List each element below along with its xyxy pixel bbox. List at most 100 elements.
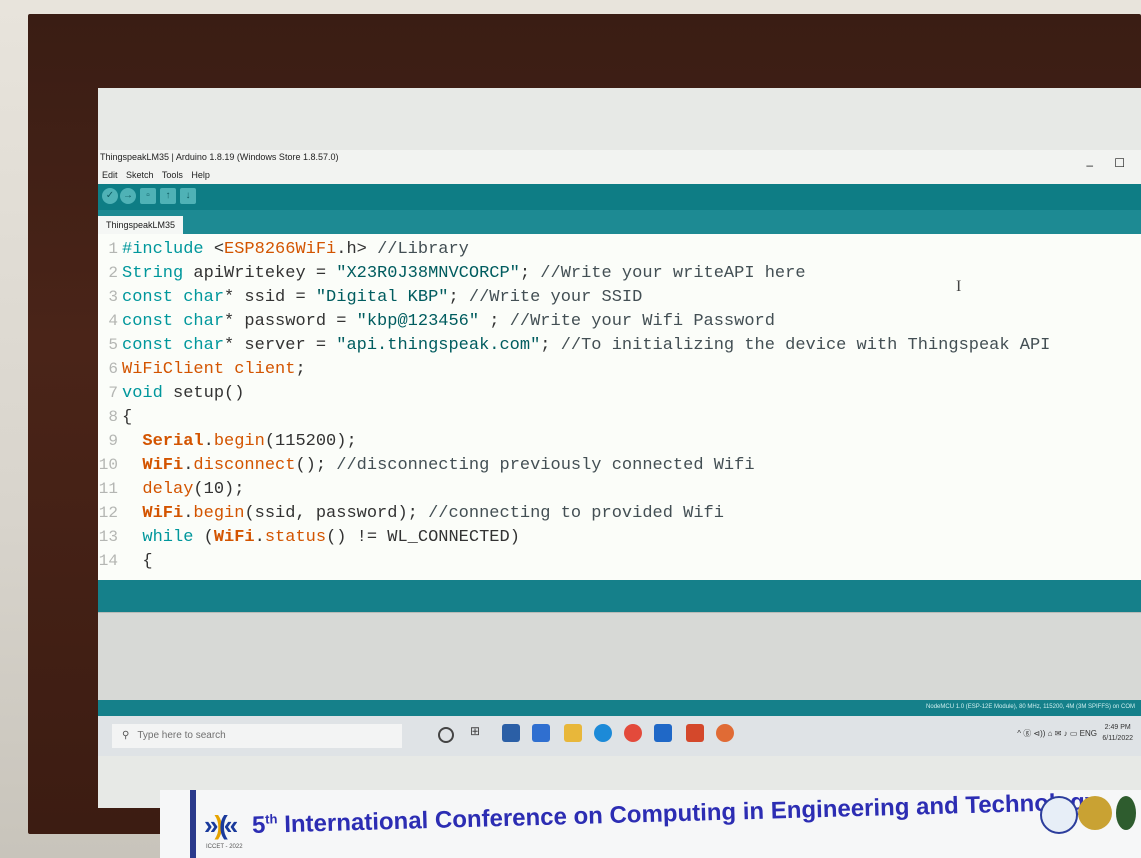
code-token: WiFi <box>142 504 184 523</box>
upload-icon[interactable]: → <box>120 188 136 204</box>
open-icon[interactable]: ↑ <box>160 188 176 204</box>
menu-bar: Edit Sketch Tools Help <box>98 168 1141 184</box>
code-token: () != WL_CONNECTED) <box>326 528 520 547</box>
code-token: //Library <box>377 240 469 259</box>
code-token: ; <box>519 264 541 283</box>
menu-edit[interactable]: Edit <box>102 170 118 180</box>
save-icon[interactable]: ↓ <box>180 188 196 204</box>
code-line[interactable]: 13 while (WiFi.status() != WL_CONNECTED) <box>98 526 520 548</box>
search-placeholder: Type here to search <box>137 730 226 741</box>
emblem-1-icon <box>1040 796 1078 834</box>
code-token: WiFi <box>142 456 184 475</box>
code-line[interactable]: 5 const char* server = "api.thingspeak.co… <box>98 334 1050 356</box>
code-line[interactable]: 6 WiFiClient client; <box>98 358 305 380</box>
office-icon[interactable] <box>686 724 704 742</box>
banner-ordinal-suffix: th <box>264 811 278 827</box>
line-number: 2 <box>108 264 118 282</box>
banner-ordinal: 5 <box>251 811 266 839</box>
code-token: * ssid = <box>224 288 316 307</box>
line-number: 10 <box>98 456 118 474</box>
line-number: 11 <box>98 480 118 498</box>
code-line[interactable]: 9 Serial.begin(115200); <box>98 430 357 452</box>
code-token: * password = <box>224 312 357 331</box>
code-token: "Digital KBP" <box>315 288 449 307</box>
code-token: . <box>183 456 194 475</box>
app-icon-3[interactable] <box>716 724 734 742</box>
code-token: WiFiClient client <box>122 360 296 379</box>
code-token: WiFi <box>213 528 255 547</box>
code-token: //To initializing the device with Things… <box>560 336 1051 355</box>
toolbar: ✓ → ▫ ↑ ↓ <box>98 184 1141 210</box>
code-token: * server = <box>224 336 337 355</box>
code-token: { <box>122 552 153 571</box>
code-line[interactable]: 12 WiFi.begin(ssid, password); //connect… <box>98 502 724 524</box>
task-view-icon[interactable]: ⊞ <box>470 724 488 742</box>
board-info: NodeMCU 1.0 (ESP-12E Module), 80 MHz, 11… <box>926 704 1135 710</box>
menu-help[interactable]: Help <box>191 170 210 180</box>
code-token: (10); <box>193 480 245 499</box>
code-token: delay <box>142 480 194 499</box>
emblem-2-icon <box>1078 796 1112 830</box>
app-icon-2[interactable] <box>532 724 550 742</box>
line-number: 3 <box>108 288 118 306</box>
line-number: 4 <box>108 312 118 330</box>
tab-sketch[interactable]: ThingspeakLM35 <box>98 216 184 234</box>
line-number: 12 <box>98 504 118 522</box>
code-line[interactable]: 2 String apiWritekey = "X23R0J38MNVCORCP"… <box>98 262 805 284</box>
code-token: "X23R0J38MNVCORCP" <box>336 264 520 283</box>
code-token: const char <box>122 312 225 331</box>
file-explorer-icon[interactable] <box>564 724 582 742</box>
code-token: while <box>142 528 194 547</box>
new-icon[interactable]: ▫ <box>140 188 156 204</box>
projected-screen: ThingspeakLM35 | Arduino 1.8.19 (Windows… <box>98 88 1141 808</box>
code-line[interactable]: 10 WiFi.disconnect(); //disconnecting pr… <box>98 454 755 476</box>
line-number: 5 <box>108 336 118 354</box>
window-title: ThingspeakLM35 | Arduino 1.8.19 (Windows… <box>100 152 339 162</box>
menu-sketch[interactable]: Sketch <box>126 170 154 180</box>
code-token: //Write your Wifi Password <box>509 312 775 331</box>
code-line[interactable]: 3 const char* ssid = "Digital KBP"; //Wri… <box>98 286 642 308</box>
conference-logo: »)(« <box>204 810 238 840</box>
code-token: //disconnecting previously connected Wif… <box>336 456 755 475</box>
code-token: . <box>254 528 265 547</box>
editor-divider[interactable] <box>98 580 1141 612</box>
code-token: ESP8266WiFi <box>224 240 337 259</box>
code-token: . <box>203 432 214 451</box>
line-number: 14 <box>98 552 118 570</box>
edge-icon[interactable] <box>594 724 612 742</box>
code-token: (115200); <box>264 432 357 451</box>
code-line[interactable]: 11 delay(10); <box>98 478 245 500</box>
code-line[interactable]: 1 #include <ESP8266WiFi.h> //Library <box>98 238 469 260</box>
text-cursor-icon: I <box>956 278 962 295</box>
code-token: . <box>183 504 194 523</box>
code-token: status <box>264 528 327 547</box>
line-number: 6 <box>108 360 118 378</box>
code-line[interactable]: 7 void setup() <box>98 382 244 404</box>
app-icon-1[interactable] <box>502 724 520 742</box>
system-tray[interactable]: ^ ⓖ ⊲)) ⌂ ✉ ♪ ▭ ENG <box>1017 728 1097 739</box>
code-token: ; <box>479 312 510 331</box>
banner-stripe <box>190 790 196 858</box>
line-number: 8 <box>108 408 118 426</box>
code-line[interactable]: 4 const char* password = "kbp@123456" ; /… <box>98 310 775 332</box>
code-line[interactable]: 8{ <box>98 406 132 428</box>
menu-tools[interactable]: Tools <box>162 170 183 180</box>
line-number: 9 <box>108 432 118 450</box>
taskbar-search-input[interactable]: ⚲ Type here to search <box>112 724 402 748</box>
code-token: apiWritekey = <box>193 264 337 283</box>
mail-icon[interactable] <box>654 724 672 742</box>
verify-icon[interactable]: ✓ <box>102 188 118 204</box>
code-line[interactable]: 14 { <box>98 550 153 572</box>
taskbar-clock[interactable]: 2:49 PM 6/11/2022 <box>1102 722 1133 744</box>
code-editor[interactable]: 1 #include <ESP8266WiFi.h> //Library 2 Stri… <box>98 234 1141 580</box>
search-icon: ⚲ <box>122 730 130 741</box>
chrome-icon[interactable] <box>624 724 642 742</box>
emblem-3-icon <box>1116 796 1136 830</box>
windows-taskbar: ⚲ Type here to search ⊞ ^ ⓖ ⊲)) ⌂ ✉ ♪ ▭ E… <box>98 716 1141 756</box>
cortana-icon[interactable] <box>438 727 454 743</box>
